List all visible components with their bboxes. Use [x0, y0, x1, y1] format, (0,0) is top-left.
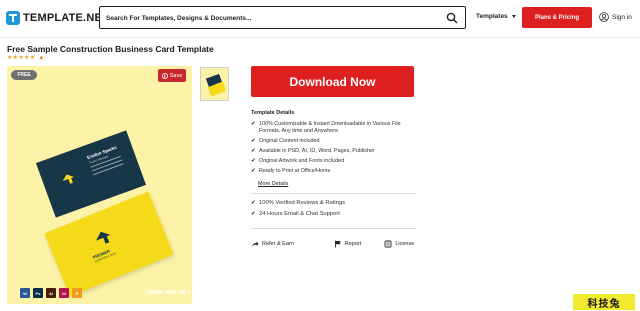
- search-input[interactable]: [100, 8, 420, 29]
- star-rating: ★★★★★: [7, 55, 36, 61]
- check-icon: ✔: [251, 158, 256, 164]
- photoshop-icon: Ps: [33, 288, 43, 298]
- divider: [251, 193, 416, 194]
- assurance-text: 100% Verified Reviews & Ratings: [259, 200, 346, 206]
- flame-icon: ▲: [38, 54, 45, 61]
- search-box: [99, 6, 466, 29]
- detail-text: Ready to Print at Office/Home: [259, 168, 331, 174]
- save-label: Save: [169, 72, 183, 79]
- logo-icon: [6, 11, 20, 25]
- license-label: License: [395, 241, 415, 247]
- check-icon: ✔: [251, 168, 256, 174]
- list-item: ✔ Original Content included: [251, 138, 416, 145]
- detail-text: Original Content included: [259, 138, 320, 144]
- template-preview[interactable]: FREE Save Emilon Sparks Project Manager …: [7, 66, 192, 304]
- site-logo[interactable]: TEMPLATE.NET: [6, 11, 109, 25]
- details-list: ✔ 100% Customizable & Instant Downloadabl…: [251, 121, 416, 178]
- logo-text: TEMPLATE.NET: [23, 12, 109, 24]
- list-item: ✔ Available in PSD, AI, ID, Word, Pages, …: [251, 148, 416, 155]
- house-logo-icon: [62, 174, 74, 184]
- assurance-list: ✔ 100% Verified Reviews & Ratings ✔ 24 Hou…: [251, 200, 345, 222]
- signin-label: Sign in: [612, 13, 632, 21]
- search-icon[interactable]: [446, 12, 458, 24]
- pages-icon: P: [72, 288, 82, 298]
- indesign-icon: Id: [59, 288, 69, 298]
- check-icon: ✔: [251, 211, 256, 217]
- free-badge: FREE: [11, 70, 37, 80]
- pinterest-icon: [161, 72, 168, 79]
- refer-earn-link[interactable]: Refer & Earn: [251, 240, 294, 248]
- check-icon: ✔: [251, 148, 256, 154]
- list-item: ✔ 100% Customizable & Instant Downloadabl…: [251, 121, 416, 135]
- share-arrow-icon: [252, 241, 259, 247]
- templates-dropdown[interactable]: Templates: [476, 13, 516, 20]
- list-item: ✔ Ready to Print at Office/Home: [251, 168, 416, 175]
- download-button[interactable]: Download Now: [251, 66, 414, 97]
- assurance-text: 24 Hours Email & Chat Support: [259, 211, 340, 217]
- list-item: ✔ 24 Hours Email & Chat Support: [251, 211, 345, 218]
- save-button[interactable]: Save: [158, 69, 186, 82]
- detail-text: Original Artwork and Fonts included: [259, 158, 345, 164]
- license-link[interactable]: License: [384, 240, 414, 248]
- page-title: Free Sample Construction Business Card T…: [7, 44, 214, 54]
- divider: [251, 228, 416, 229]
- templates-menu-label: Templates: [476, 13, 508, 20]
- check-icon: ✔: [251, 138, 256, 144]
- detail-text: 100% Customizable & Instant Downloadable…: [259, 121, 401, 134]
- word-icon: W: [20, 288, 30, 298]
- signin-link[interactable]: Sign in: [599, 12, 632, 22]
- check-icon: ✔: [251, 121, 256, 127]
- check-icon: ✔: [251, 200, 256, 206]
- more-details-link[interactable]: More Details: [258, 181, 288, 187]
- report-label: Report: [344, 241, 362, 247]
- action-bar: Refer & Earn Report License: [251, 240, 416, 248]
- corner-watermark-badge: 科技兔: [573, 294, 635, 310]
- top-header: TEMPLATE.NET Templates Plans & Pricing S…: [0, 0, 640, 38]
- details-heading: Template Details: [251, 110, 295, 116]
- user-icon: [599, 12, 609, 22]
- watermark: TEMPLATE.NET: [145, 290, 191, 296]
- supported-apps: W Ps Ai Id P: [20, 288, 82, 298]
- rating: ★★★★★ ▲: [7, 54, 45, 62]
- license-icon: [384, 240, 392, 248]
- refer-label: Refer & Earn: [262, 241, 294, 247]
- list-item: ✔ 100% Verified Reviews & Ratings: [251, 200, 345, 207]
- chevron-down-icon: [511, 15, 516, 18]
- plans-pricing-button[interactable]: Plans & Pricing: [522, 7, 592, 28]
- flag-icon: [334, 240, 341, 248]
- house-logo-icon: [96, 231, 111, 244]
- detail-text: Available in PSD, AI, ID, Word, Pages, P…: [259, 148, 375, 154]
- list-item: ✔ Original Artwork and Fonts included: [251, 158, 416, 165]
- preview-thumbnail[interactable]: [200, 67, 229, 101]
- illustrator-icon: Ai: [46, 288, 56, 298]
- report-link[interactable]: Report: [334, 240, 362, 248]
